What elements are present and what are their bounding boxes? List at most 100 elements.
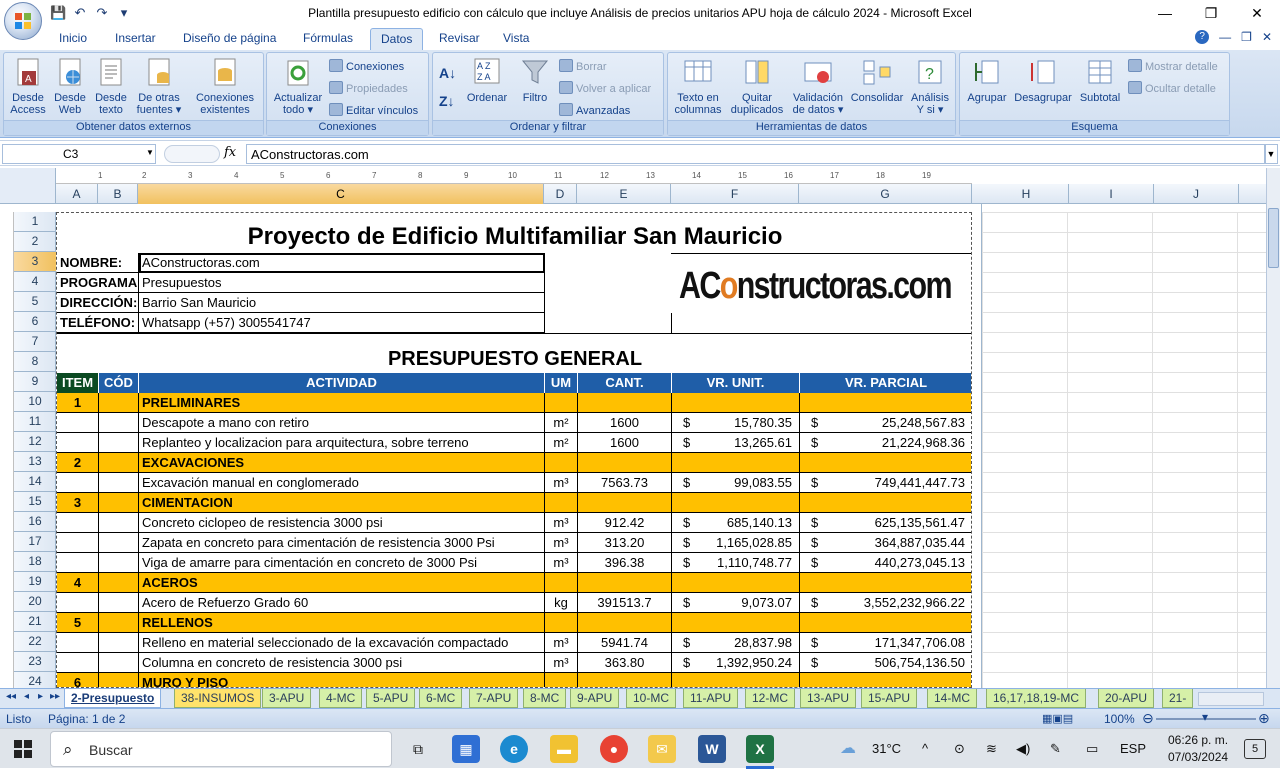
tab-datos[interactable]: Datos bbox=[370, 28, 424, 50]
analisis-y-si-button[interactable]: ? Análisis Y si ▾ bbox=[908, 57, 952, 116]
activity-name[interactable]: Zapata en concreto para cimentación de r… bbox=[139, 533, 545, 553]
weather-icon[interactable]: ☁ bbox=[840, 738, 856, 758]
parcial-cell[interactable] bbox=[800, 613, 971, 633]
code-cell[interactable] bbox=[99, 593, 139, 613]
agrupar-button[interactable]: Agrupar bbox=[963, 57, 1011, 104]
row-header-16[interactable]: 16 bbox=[14, 512, 56, 532]
column-header-b[interactable]: B bbox=[98, 184, 138, 204]
formula-input[interactable]: AConstructoras.com bbox=[246, 144, 1266, 164]
column-header-h[interactable]: H bbox=[984, 184, 1069, 204]
cant-cell[interactable] bbox=[578, 673, 672, 687]
row-header-18[interactable]: 18 bbox=[14, 552, 56, 572]
unit-of-measure[interactable]: m³ bbox=[545, 653, 578, 673]
code-cell[interactable] bbox=[99, 393, 139, 413]
item-cell[interactable] bbox=[57, 433, 99, 453]
column-header-j[interactable]: J bbox=[1154, 184, 1239, 204]
row-header-22[interactable]: 22 bbox=[14, 632, 56, 652]
otras-fuentes-button[interactable]: De otras fuentes ▾ bbox=[134, 57, 184, 116]
notification-icon[interactable]: 5 bbox=[1244, 739, 1266, 759]
namebox-dropdown-icon[interactable]: ▼ bbox=[146, 148, 154, 157]
item-number[interactable]: 6 bbox=[57, 673, 99, 687]
last-sheet-button[interactable]: ▸▸ bbox=[50, 691, 60, 702]
tab-diseno-pagina[interactable]: Diseño de página bbox=[183, 31, 276, 45]
column-header-e[interactable]: E bbox=[577, 184, 671, 204]
sheet-tab[interactable]: 13-APU bbox=[800, 689, 857, 708]
partial-value[interactable]: $625,135,561.47 bbox=[800, 513, 971, 533]
partial-value[interactable]: $3,552,232,966.22 bbox=[800, 593, 971, 613]
info-value[interactable]: Whatsapp (+57) 3005541747 bbox=[139, 313, 545, 333]
language-indicator[interactable]: ESP bbox=[1120, 741, 1146, 756]
item-number[interactable]: 1 bbox=[57, 393, 99, 413]
cant-cell[interactable] bbox=[578, 453, 672, 473]
item-number[interactable]: 5 bbox=[57, 613, 99, 633]
unit-price[interactable]: $1,110,748.77 bbox=[672, 553, 800, 573]
item-cell[interactable] bbox=[57, 533, 99, 553]
partial-value[interactable]: $364,887,035.44 bbox=[800, 533, 971, 553]
maximize-button[interactable]: ❐ bbox=[1188, 0, 1234, 28]
item-number[interactable]: 3 bbox=[57, 493, 99, 513]
row-header-7[interactable]: 7 bbox=[14, 332, 56, 352]
quantity[interactable]: 1600 bbox=[578, 433, 672, 453]
unit-cell[interactable] bbox=[672, 393, 800, 413]
filtro-button[interactable]: Filtro bbox=[515, 57, 555, 104]
task-view-icon[interactable]: ⧉ bbox=[404, 735, 432, 763]
keyboard-icon[interactable]: ▭ bbox=[1086, 741, 1098, 757]
chrome-icon[interactable]: ● bbox=[600, 735, 628, 763]
partial-value[interactable]: $440,273,045.13 bbox=[800, 553, 971, 573]
item-cell[interactable] bbox=[57, 633, 99, 653]
mostrar-detalle-button[interactable]: Mostrar detalle bbox=[1128, 59, 1218, 75]
info-value[interactable]: AConstructoras.com bbox=[139, 253, 545, 273]
volver-aplicar-button[interactable]: Volver a aplicar bbox=[559, 81, 651, 97]
quantity[interactable]: 1600 bbox=[578, 413, 672, 433]
row-header-6[interactable]: 6 bbox=[14, 312, 56, 332]
minimize-button[interactable]: — bbox=[1142, 0, 1188, 28]
row-header-13[interactable]: 13 bbox=[14, 452, 56, 472]
column-header-f[interactable]: F bbox=[671, 184, 799, 204]
cant-cell[interactable] bbox=[578, 613, 672, 633]
code-cell[interactable] bbox=[99, 493, 139, 513]
code-cell[interactable] bbox=[99, 533, 139, 553]
unit-cell[interactable] bbox=[672, 673, 800, 687]
desde-web-button[interactable]: Desde Web bbox=[52, 57, 88, 116]
partial-value[interactable]: $171,347,706.08 bbox=[800, 633, 971, 653]
code-cell[interactable] bbox=[99, 653, 139, 673]
mail-icon[interactable]: ✉ bbox=[648, 735, 676, 763]
actualizar-todo-button[interactable]: Actualizar todo ▾ bbox=[270, 57, 326, 116]
quitar-duplicados-button[interactable]: Quitar duplicados bbox=[728, 57, 786, 116]
sheet-tab[interactable]: 9-APU bbox=[570, 689, 620, 708]
prev-sheet-button[interactable]: ◂ bbox=[24, 691, 29, 702]
desde-texto-button[interactable]: Desde texto bbox=[93, 57, 129, 116]
row-header-11[interactable]: 11 bbox=[14, 412, 56, 432]
partial-value[interactable]: $25,248,567.83 bbox=[800, 413, 971, 433]
category-name[interactable]: PRELIMINARES bbox=[139, 393, 545, 413]
row-header-12[interactable]: 12 bbox=[14, 432, 56, 452]
code-cell[interactable] bbox=[99, 513, 139, 533]
sheet-tab[interactable]: 8-MC bbox=[523, 689, 567, 708]
weather-temp[interactable]: 31°C bbox=[872, 741, 901, 756]
zoom-in-icon[interactable]: ⊕ bbox=[1258, 710, 1270, 727]
code-cell[interactable] bbox=[99, 613, 139, 633]
item-number[interactable]: 4 bbox=[57, 573, 99, 593]
borrar-button[interactable]: Borrar bbox=[559, 59, 607, 75]
cant-cell[interactable] bbox=[578, 393, 672, 413]
clock-date[interactable]: 07/03/2024 bbox=[1168, 750, 1228, 764]
column-header-g[interactable]: G bbox=[799, 184, 972, 204]
code-cell[interactable] bbox=[99, 573, 139, 593]
category-name[interactable]: EXCAVACIONES bbox=[139, 453, 545, 473]
column-header-d[interactable]: D bbox=[544, 184, 577, 204]
unit-of-measure[interactable]: kg bbox=[545, 593, 578, 613]
store-icon[interactable]: ▦ bbox=[452, 735, 480, 763]
zoom-out-icon[interactable]: ⊖ bbox=[1142, 710, 1154, 727]
sheet-tab[interactable]: 7-APU bbox=[469, 689, 519, 708]
um-cell[interactable] bbox=[545, 393, 578, 413]
sheet-tab[interactable]: 4-MC bbox=[319, 689, 363, 708]
item-cell[interactable] bbox=[57, 653, 99, 673]
column-header-c[interactable]: C bbox=[138, 184, 544, 204]
unit-of-measure[interactable]: m² bbox=[545, 413, 578, 433]
code-cell[interactable] bbox=[99, 433, 139, 453]
first-sheet-button[interactable]: ◂◂ bbox=[6, 691, 16, 702]
parcial-cell[interactable] bbox=[800, 393, 971, 413]
windows-start-icon[interactable] bbox=[14, 740, 32, 758]
unit-cell[interactable] bbox=[672, 493, 800, 513]
unit-of-measure[interactable]: m³ bbox=[545, 553, 578, 573]
